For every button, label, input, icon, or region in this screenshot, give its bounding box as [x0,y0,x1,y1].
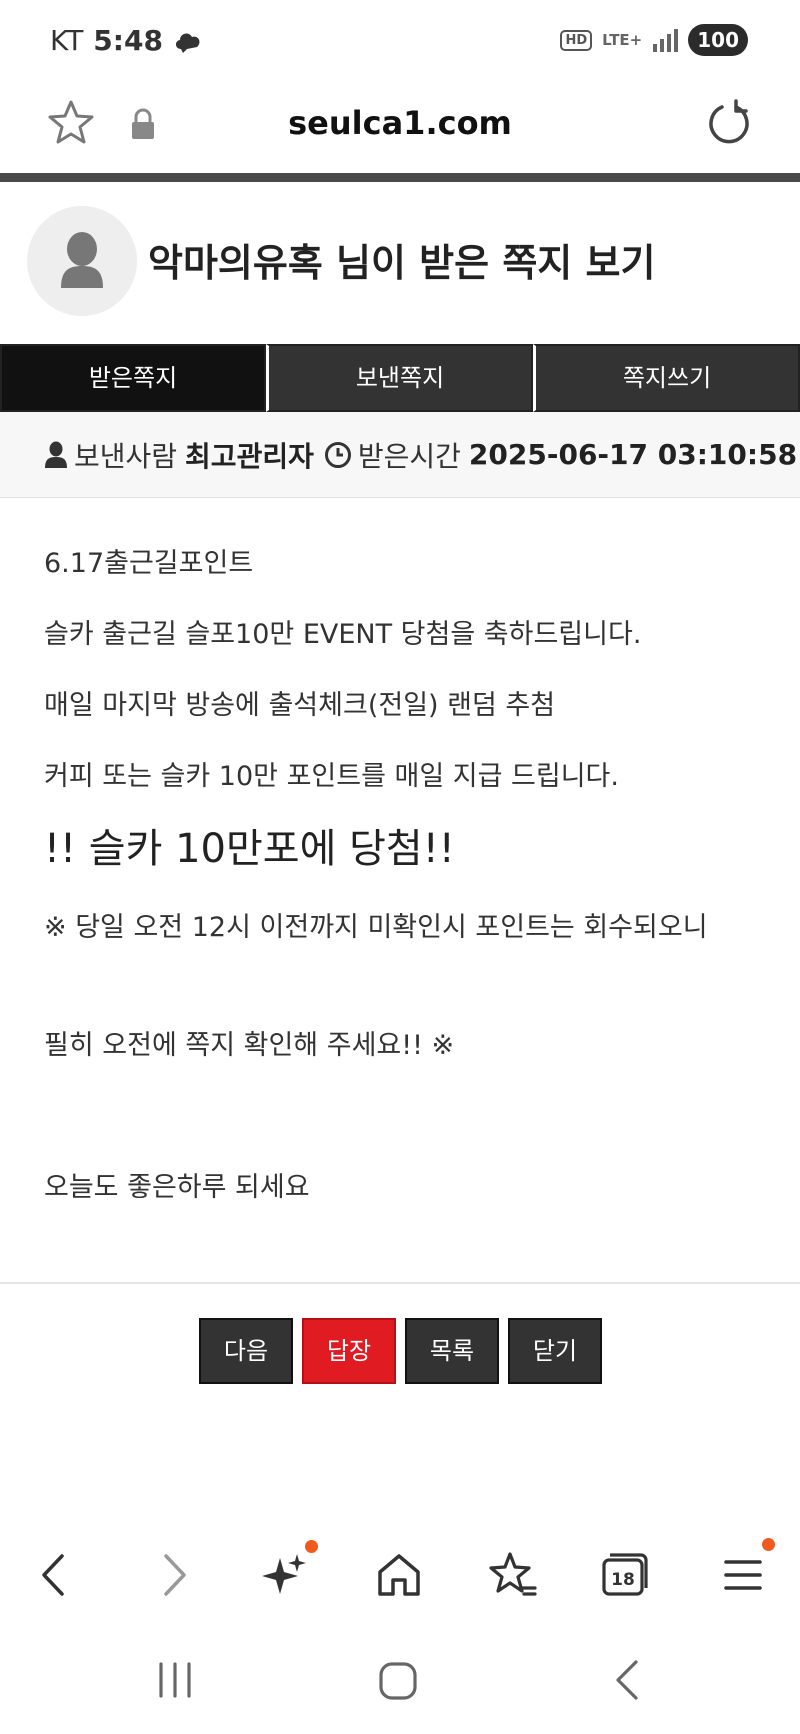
message-line: 6.17출근길포인트 [44,548,254,579]
tabs-count: 18 [611,1570,635,1590]
back-nav-icon[interactable] [608,1658,648,1702]
page-header: 악마의유혹 님이 받은 쪽지 보기 [0,182,800,344]
signal-icon [653,29,679,52]
cloud-icon [175,33,200,53]
address-bar-divider [0,173,800,182]
bookmarks-star-icon[interactable] [488,1550,538,1600]
notification-dot [762,1538,775,1551]
home-icon[interactable] [374,1550,424,1600]
message-divider [0,1282,800,1284]
user-icon [45,441,67,468]
sender-name: 최고관리자 [185,439,314,473]
browser-address-bar: seulca1.com [0,80,800,172]
back-icon[interactable] [30,1550,80,1600]
clock-icon [324,441,351,468]
status-right: HD LTE+ 100 [560,20,748,60]
received-time: 2025-06-17 03:10:58 [468,438,798,471]
next-button[interactable]: 다음 [199,1318,293,1384]
url-text[interactable]: seulca1.com [0,98,800,148]
sparkle-icon[interactable] [260,1550,310,1600]
tab-received[interactable]: 받은쪽지 [0,344,266,412]
tab-sent[interactable]: 보낸쪽지 [266,344,533,412]
carrier-label: KT [50,23,84,57]
tabs-icon[interactable]: 18 [600,1550,650,1600]
battery-indicator: 100 [688,24,748,56]
avatar [27,206,137,316]
browser-toolbar: 18 [0,1538,800,1610]
status-bar: KT 5:48 HD LTE+ 100 [0,0,800,80]
notification-dot [305,1540,318,1553]
page-title: 악마의유혹 님이 받은 쪽지 보기 [148,241,656,285]
reload-icon[interactable] [704,98,754,148]
received-label: 받은시간 [357,439,461,473]
user-icon [61,232,103,288]
forward-icon[interactable] [148,1550,198,1600]
message-line: 매일 마지막 방송에 출석체크(전일) 랜덤 추첨 [44,690,556,721]
status-left: KT 5:48 [50,20,203,60]
message-info-row: 보낸사람 최고관리자 받은시간 2025-06-17 03:10:58 [0,412,800,498]
reply-button[interactable]: 답장 [302,1318,396,1384]
clock: 5:48 [93,23,163,57]
message-actions: 다음 답장 목록 닫기 [199,1318,602,1384]
message-line: 슬카 출근길 슬포10만 EVENT 당첨을 축하드립니다. [44,619,642,650]
message-highlight: !! 슬카 10만포에 당첨!! [44,826,455,872]
menu-icon[interactable] [718,1550,768,1600]
tab-write[interactable]: 쪽지쓰기 [533,344,800,412]
lte-icon: LTE+ [602,30,643,49]
list-button[interactable]: 목록 [405,1318,499,1384]
home-nav-icon[interactable] [377,1660,419,1702]
message-line: 오늘도 좋은하루 되세요 [44,1172,310,1203]
sender-label: 보낸사람 [74,439,178,473]
message-line: 커피 또는 슬카 10만 포인트를 매일 지급 드립니다. [44,761,619,792]
message-line: 필히 오전에 쪽지 확인해 주세요!! ※ [44,1030,455,1061]
close-button[interactable]: 닫기 [508,1318,602,1384]
system-navigation-bar [0,1650,800,1710]
message-tabs: 받은쪽지 보낸쪽지 쪽지쓰기 [0,344,800,412]
recent-apps-icon[interactable] [155,1660,195,1700]
message-line: ※ 당일 오전 12시 이전까지 미확인시 포인트는 회수되오니 [44,912,708,943]
hd-icon: HD [560,29,593,51]
